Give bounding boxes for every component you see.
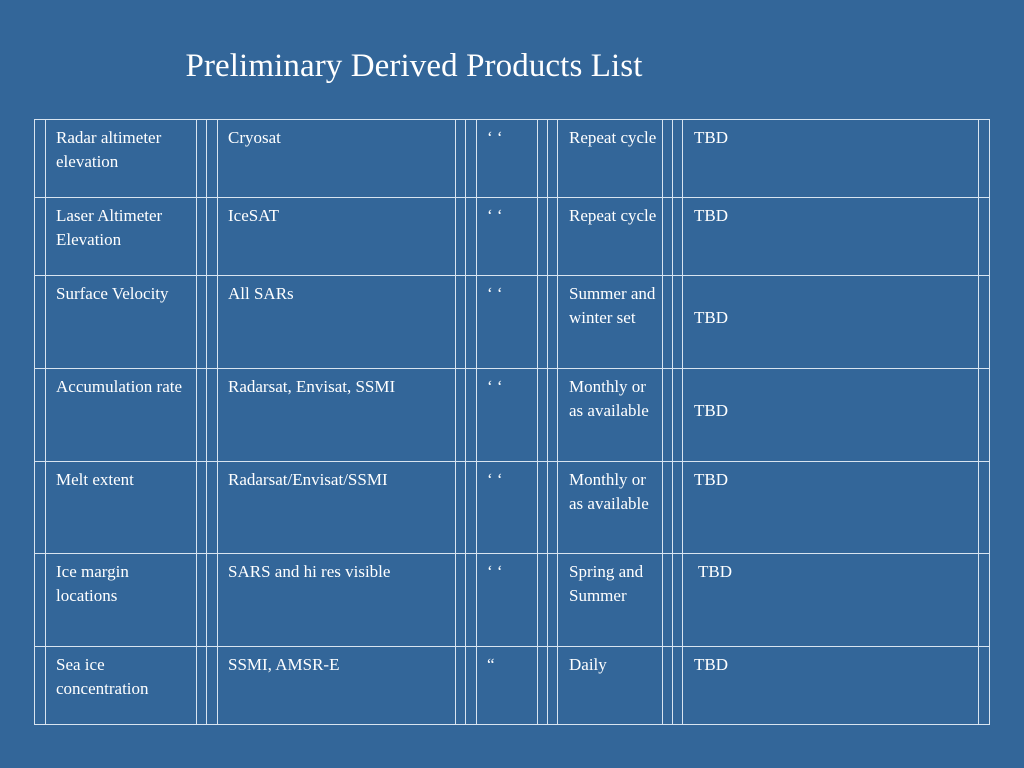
table-vertical-rule: [465, 119, 466, 725]
table-vertical-rule: [34, 119, 35, 725]
slide: Preliminary Derived Products List Radar …: [0, 0, 1024, 768]
table-vertical-rule: [455, 119, 456, 725]
sensor-cell: Cryosat: [228, 128, 281, 147]
sensor-cell: All SARs: [228, 284, 294, 303]
product-cell: Laser Altimeter Elevation: [56, 206, 163, 249]
sensor-cell: SSMI, AMSR-E: [228, 655, 340, 674]
table-horizontal-rule: [34, 368, 990, 369]
sensor-cell: SARS and hi res visible: [228, 562, 391, 581]
product-cell: Melt extent: [56, 470, 134, 489]
frequency-cell: Monthly or as available: [569, 470, 649, 513]
ditto-cell: ‘ ‘: [487, 284, 503, 303]
status-cell: TBD: [694, 655, 728, 674]
product-cell: Sea ice concentration: [56, 655, 149, 698]
frequency-cell: Daily: [569, 655, 607, 674]
frequency-cell: Spring and Summer: [569, 562, 644, 605]
table-vertical-rule: [978, 119, 979, 725]
ditto-cell: ‘ ‘: [487, 377, 503, 396]
frequency-cell: Repeat cycle: [569, 128, 657, 147]
ditto-cell: ‘ ‘: [487, 562, 503, 581]
status-cell: TBD: [698, 562, 732, 581]
table-vertical-rule: [557, 119, 558, 725]
table-vertical-rule: [206, 119, 207, 725]
sensor-cell: Radarsat/Envisat/SSMI: [228, 470, 388, 489]
frequency-cell: Repeat cycle: [569, 206, 657, 225]
table-horizontal-rule: [34, 553, 990, 554]
status-cell: TBD: [694, 308, 728, 327]
ditto-cell: ‘ ‘: [487, 470, 503, 489]
table-vertical-rule: [537, 119, 538, 725]
product-cell: Accumulation rate: [56, 377, 183, 396]
table-vertical-rule: [672, 119, 673, 725]
table-horizontal-rule: [34, 461, 990, 462]
table-vertical-rule: [45, 119, 46, 725]
table-vertical-rule: [662, 119, 663, 725]
table-horizontal-rule: [34, 119, 990, 120]
table-vertical-rule: [682, 119, 683, 725]
sensor-cell: IceSAT: [228, 206, 279, 225]
table-horizontal-rule: [34, 197, 990, 198]
status-cell: TBD: [694, 206, 728, 225]
status-cell: TBD: [694, 128, 728, 147]
frequency-cell: Summer and winter set: [569, 284, 656, 327]
frequency-cell: Monthly or as available: [569, 377, 649, 420]
table-horizontal-rule: [34, 724, 990, 725]
table-vertical-rule: [547, 119, 548, 725]
table-vertical-rule: [476, 119, 477, 725]
status-cell: TBD: [694, 470, 728, 489]
ditto-cell: ‘ ‘: [487, 206, 503, 225]
product-cell: Ice margin locations: [56, 562, 129, 605]
table-vertical-rule: [217, 119, 218, 725]
sensor-cell: Radarsat, Envisat, SSMI: [228, 377, 396, 396]
table-horizontal-rule: [34, 646, 990, 647]
table-horizontal-rule: [34, 275, 990, 276]
table-vertical-rule: [989, 119, 990, 725]
ditto-cell: “: [487, 655, 495, 674]
product-cell: Radar altimeter elevation: [56, 128, 162, 171]
table-vertical-rule: [196, 119, 197, 725]
status-cell: TBD: [694, 401, 728, 420]
products-table: Radar altimeter elevation Cryosat ‘ ‘ Repea…: [0, 0, 1024, 768]
ditto-cell: ‘ ‘: [487, 128, 503, 147]
product-cell: Surface Velocity: [56, 284, 169, 303]
